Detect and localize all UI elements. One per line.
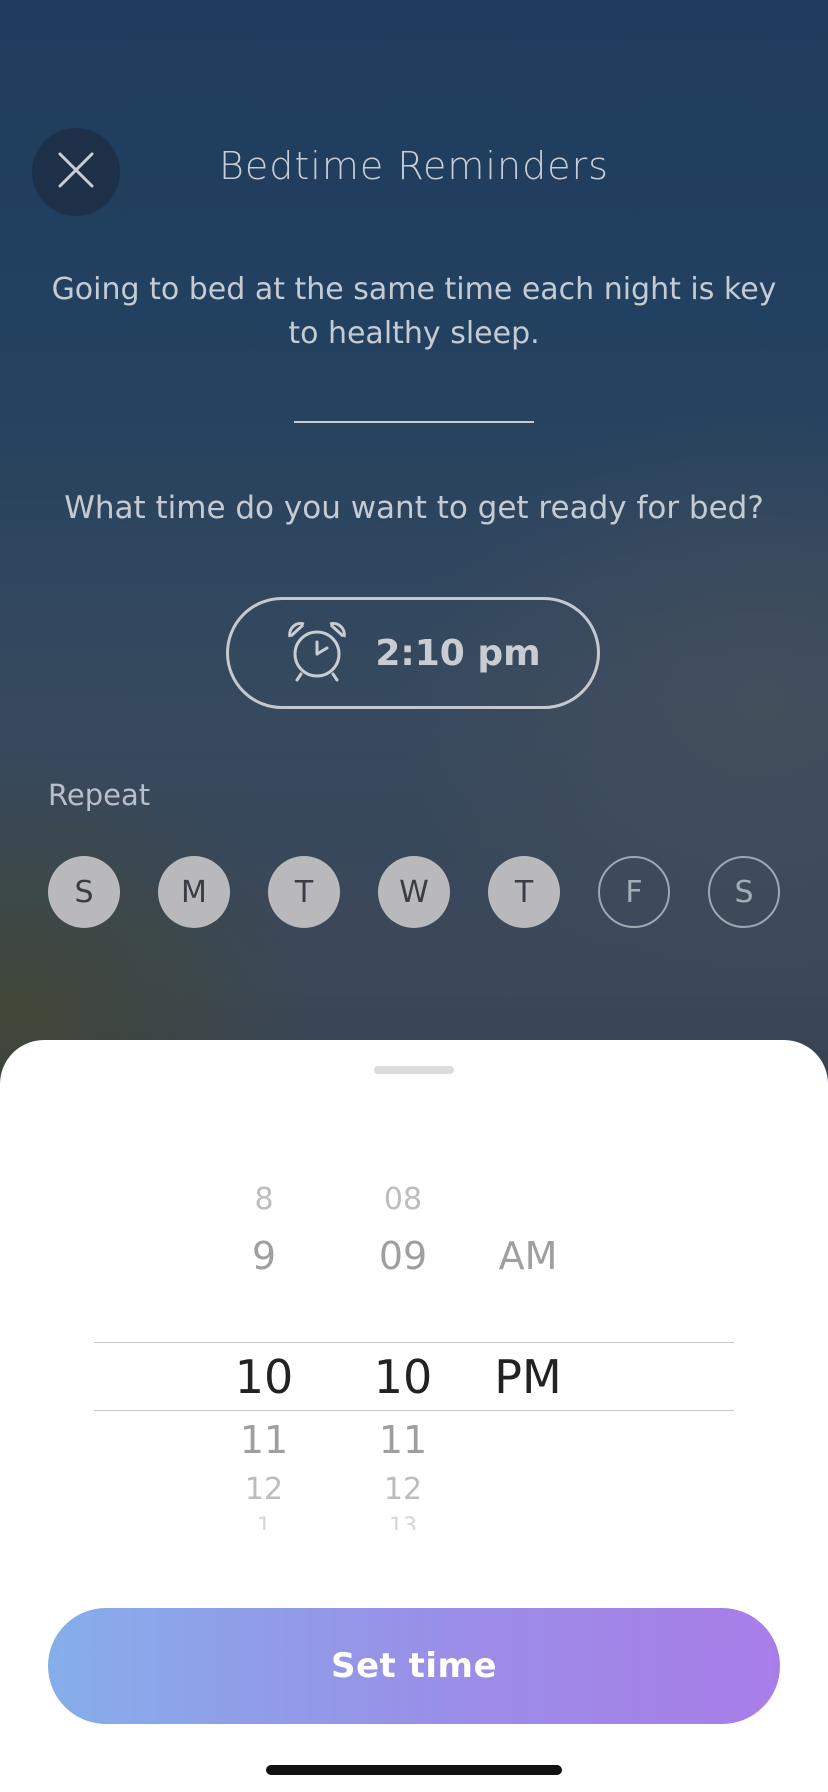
- divider: [294, 421, 534, 423]
- hour-wheel[interactable]: 7 8 9 10 11 12 1: [184, 1180, 344, 1530]
- intro-text: Going to bed at the same time each night…: [51, 272, 777, 351]
- period-wheel[interactable]: AM PM: [448, 1180, 608, 1530]
- hour-option[interactable]: 1: [184, 1514, 344, 1530]
- hour-option-selected[interactable]: 10: [184, 1350, 344, 1404]
- page-title: Bedtime Reminders: [219, 144, 609, 188]
- repeat-label: Repeat: [48, 778, 151, 812]
- period-option-selected[interactable]: PM: [448, 1350, 608, 1404]
- day-toggle-thursday[interactable]: T: [488, 856, 560, 928]
- hour-option[interactable]: 12: [184, 1472, 344, 1507]
- hour-option[interactable]: 11: [184, 1418, 344, 1462]
- day-toggle-sunday[interactable]: S: [48, 856, 120, 928]
- day-toggle-tuesday[interactable]: T: [268, 856, 340, 928]
- alarm-clock-icon: [285, 620, 349, 686]
- home-indicator[interactable]: [266, 1765, 562, 1775]
- sheet-handle[interactable]: [374, 1066, 454, 1074]
- time-value: 2:10 pm: [375, 632, 541, 674]
- set-time-button[interactable]: Set time: [48, 1608, 780, 1724]
- time-button[interactable]: 2:10 pm: [226, 597, 600, 709]
- day-toggle-friday[interactable]: F: [598, 856, 670, 928]
- time-picker: 7 8 9 10 11 12 1 07 08 09 10 11 12 13 AM…: [0, 1180, 828, 1530]
- question-text: What time do you want to get ready for b…: [64, 490, 764, 526]
- day-toggle-saturday[interactable]: S: [708, 856, 780, 928]
- day-toggle-wednesday[interactable]: W: [378, 856, 450, 928]
- day-toggle-monday[interactable]: M: [158, 856, 230, 928]
- repeat-days: S M T W T F S: [48, 856, 780, 928]
- period-option[interactable]: AM: [448, 1234, 608, 1278]
- hour-option[interactable]: 9: [184, 1234, 344, 1278]
- hour-option[interactable]: 8: [184, 1182, 344, 1217]
